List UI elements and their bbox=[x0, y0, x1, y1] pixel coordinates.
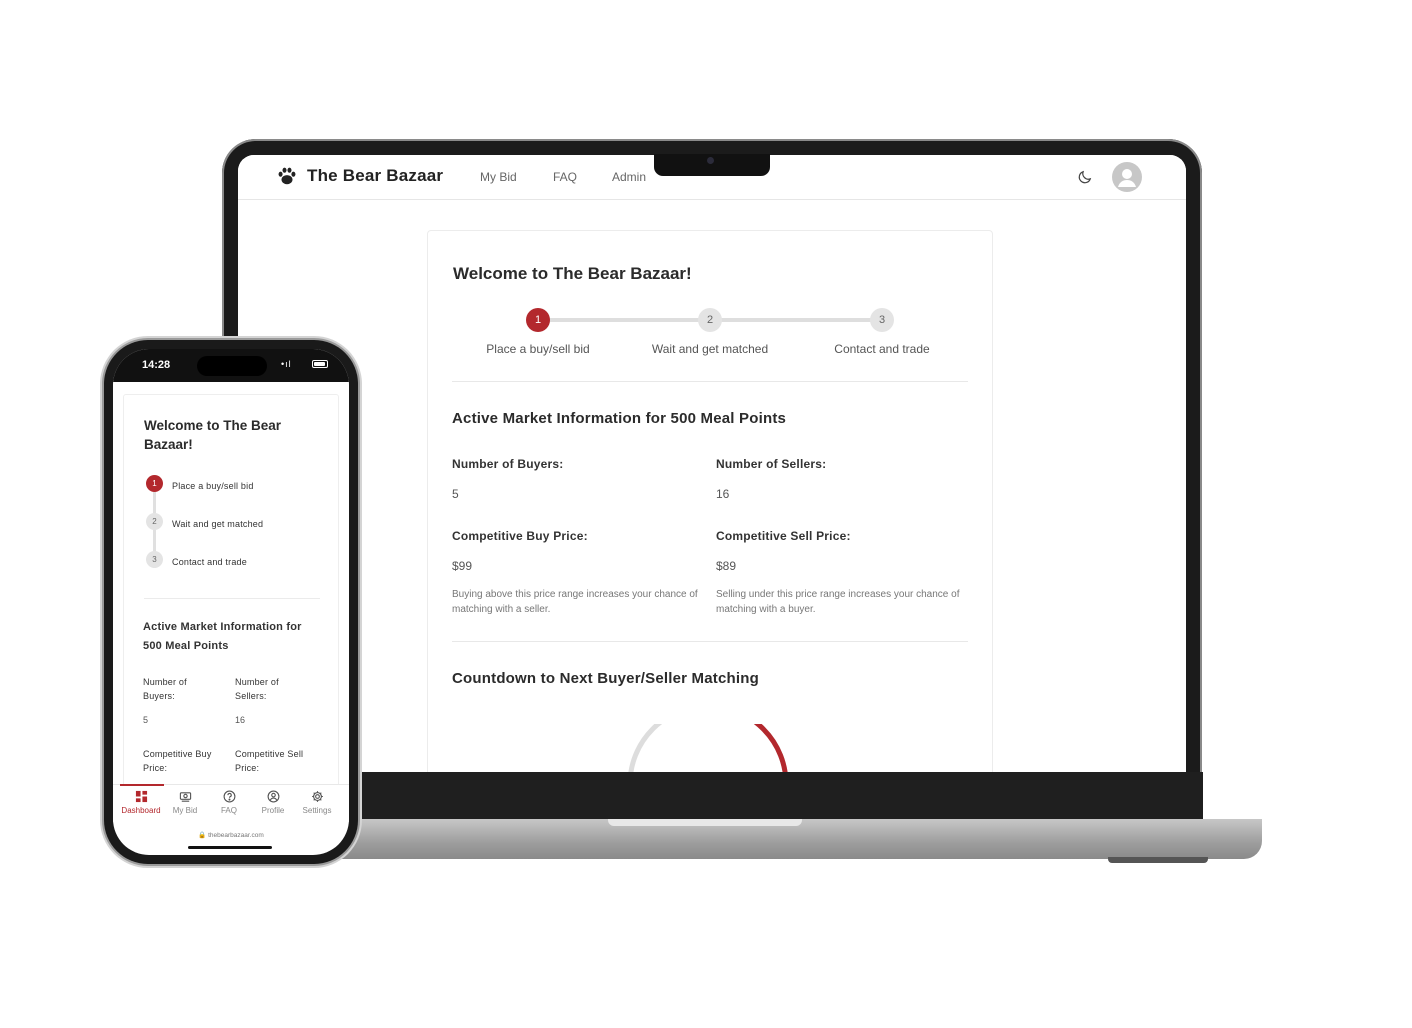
active-tab-indicator bbox=[120, 784, 164, 786]
sell-price-value: $89 bbox=[716, 559, 737, 573]
laptop-screen: The Bear Bazaar My Bid FAQ Admin Welcome… bbox=[238, 155, 1186, 772]
gauge-progress bbox=[753, 724, 788, 772]
sellers-value: 16 bbox=[716, 487, 730, 501]
tab-label: Dashboard bbox=[121, 806, 161, 815]
market-info-title: Active Market Information for 500 Meal P… bbox=[452, 410, 787, 427]
nav-link-my-bid[interactable]: My Bid bbox=[480, 170, 517, 184]
mobile-step-1-label: Place a buy/sell bid bbox=[172, 481, 254, 491]
tab-dashboard[interactable]: Dashboard bbox=[118, 790, 164, 815]
nav-link-faq[interactable]: FAQ bbox=[553, 170, 577, 184]
mobile-step-3-circle: 3 bbox=[146, 551, 163, 568]
user-avatar-icon[interactable] bbox=[1112, 162, 1142, 192]
tab-label: Settings bbox=[302, 806, 332, 815]
signal-icon: •ıl bbox=[281, 359, 292, 369]
welcome-card: Welcome to The Bear Bazaar! 1 2 3 Place … bbox=[427, 230, 993, 772]
tab-label: Profile bbox=[261, 806, 285, 815]
mobile-tab-bar: Dashboard My Bid FAQ Profile Settings bbox=[113, 784, 349, 822]
mobile-market-info-title: Active Market Information for 500 Meal P… bbox=[143, 621, 302, 652]
divider bbox=[144, 598, 320, 599]
buy-price-value: $99 bbox=[452, 559, 473, 573]
tab-label: My Bid bbox=[172, 806, 198, 815]
mobile-step-3-label: Contact and trade bbox=[172, 557, 247, 567]
mobile-step-1-circle: 1 bbox=[146, 475, 163, 492]
mobile-welcome-card: Welcome to The Bear Bazaar! 1 Place a bu… bbox=[123, 394, 339, 814]
browser-url[interactable]: 🔒 thebearbazaar.com bbox=[113, 831, 349, 839]
mobile-sell-price-label: Competitive Sell Price: bbox=[235, 749, 304, 773]
step-1-label: Place a buy/sell bid bbox=[486, 342, 590, 356]
tab-settings[interactable]: Settings bbox=[294, 790, 340, 815]
url-text: thebearbazaar.com bbox=[208, 832, 264, 839]
buyers-label: Number of Buyers: bbox=[452, 457, 564, 471]
camera-icon bbox=[707, 157, 714, 164]
laptop-chin bbox=[238, 772, 1203, 820]
home-indicator[interactable] bbox=[188, 846, 272, 849]
mobile-sellers-label: Number of Sellers: bbox=[235, 677, 279, 701]
sellers-label: Number of Sellers: bbox=[716, 457, 827, 471]
tab-profile[interactable]: Profile bbox=[250, 790, 296, 815]
step-3-label: Contact and trade bbox=[834, 342, 930, 356]
page-title: Welcome to The Bear Bazaar! bbox=[453, 264, 692, 283]
buy-price-label: Competitive Buy Price: bbox=[452, 529, 588, 543]
step-2-label: Wait and get matched bbox=[651, 342, 769, 356]
sell-price-hint: Selling under this price range increases… bbox=[716, 589, 960, 615]
step-1-circle: 1 bbox=[526, 308, 550, 332]
step-3-circle: 3 bbox=[870, 308, 894, 332]
tab-my-bid[interactable]: My Bid bbox=[162, 790, 208, 815]
countdown-gauge bbox=[628, 724, 788, 772]
mobile-buyers-label: Number of Buyers: bbox=[143, 677, 187, 701]
status-time: 14:28 bbox=[142, 359, 171, 371]
phone-status-bar: 14:28 •ıl bbox=[113, 349, 349, 382]
profile-icon bbox=[267, 790, 279, 803]
divider bbox=[452, 641, 968, 642]
brand-name: The Bear Bazaar bbox=[307, 166, 444, 185]
help-icon bbox=[223, 790, 235, 803]
sell-price-label: Competitive Sell Price: bbox=[716, 529, 851, 543]
moon-icon[interactable] bbox=[1076, 168, 1094, 186]
mobile-step-2-label: Wait and get matched bbox=[172, 519, 264, 529]
battery-icon bbox=[312, 360, 328, 368]
mobile-buy-price-label: Competitive Buy Price: bbox=[143, 749, 212, 773]
laptop-opening-notch bbox=[608, 819, 802, 826]
buy-price-hint: Buying above this price range increases … bbox=[452, 589, 698, 615]
mobile-sellers-value: 16 bbox=[235, 715, 246, 725]
brand[interactable]: The Bear Bazaar bbox=[276, 165, 443, 187]
step-2-circle: 2 bbox=[698, 308, 722, 332]
mobile-page-title: Welcome to The Bear Bazaar! bbox=[144, 418, 282, 452]
mobile-buyers-value: 5 bbox=[143, 715, 149, 725]
laptop-foot bbox=[1108, 857, 1208, 863]
gear-icon bbox=[311, 791, 323, 802]
nav-link-admin[interactable]: Admin bbox=[612, 170, 646, 184]
phone-screen: 14:28 •ıl Welcome to The Bear Bazaar! 1 … bbox=[113, 349, 349, 855]
tab-label: FAQ bbox=[220, 806, 237, 815]
dashboard-icon bbox=[135, 790, 147, 803]
dynamic-island bbox=[197, 356, 267, 376]
mobile-step-2-circle: 2 bbox=[146, 513, 163, 530]
buyers-value: 5 bbox=[452, 487, 459, 501]
bid-icon bbox=[179, 792, 191, 802]
paw-icon bbox=[278, 167, 296, 185]
countdown-title: Countdown to Next Buyer/Seller Matching bbox=[452, 670, 759, 687]
divider bbox=[452, 381, 968, 382]
tab-faq[interactable]: FAQ bbox=[206, 790, 252, 815]
